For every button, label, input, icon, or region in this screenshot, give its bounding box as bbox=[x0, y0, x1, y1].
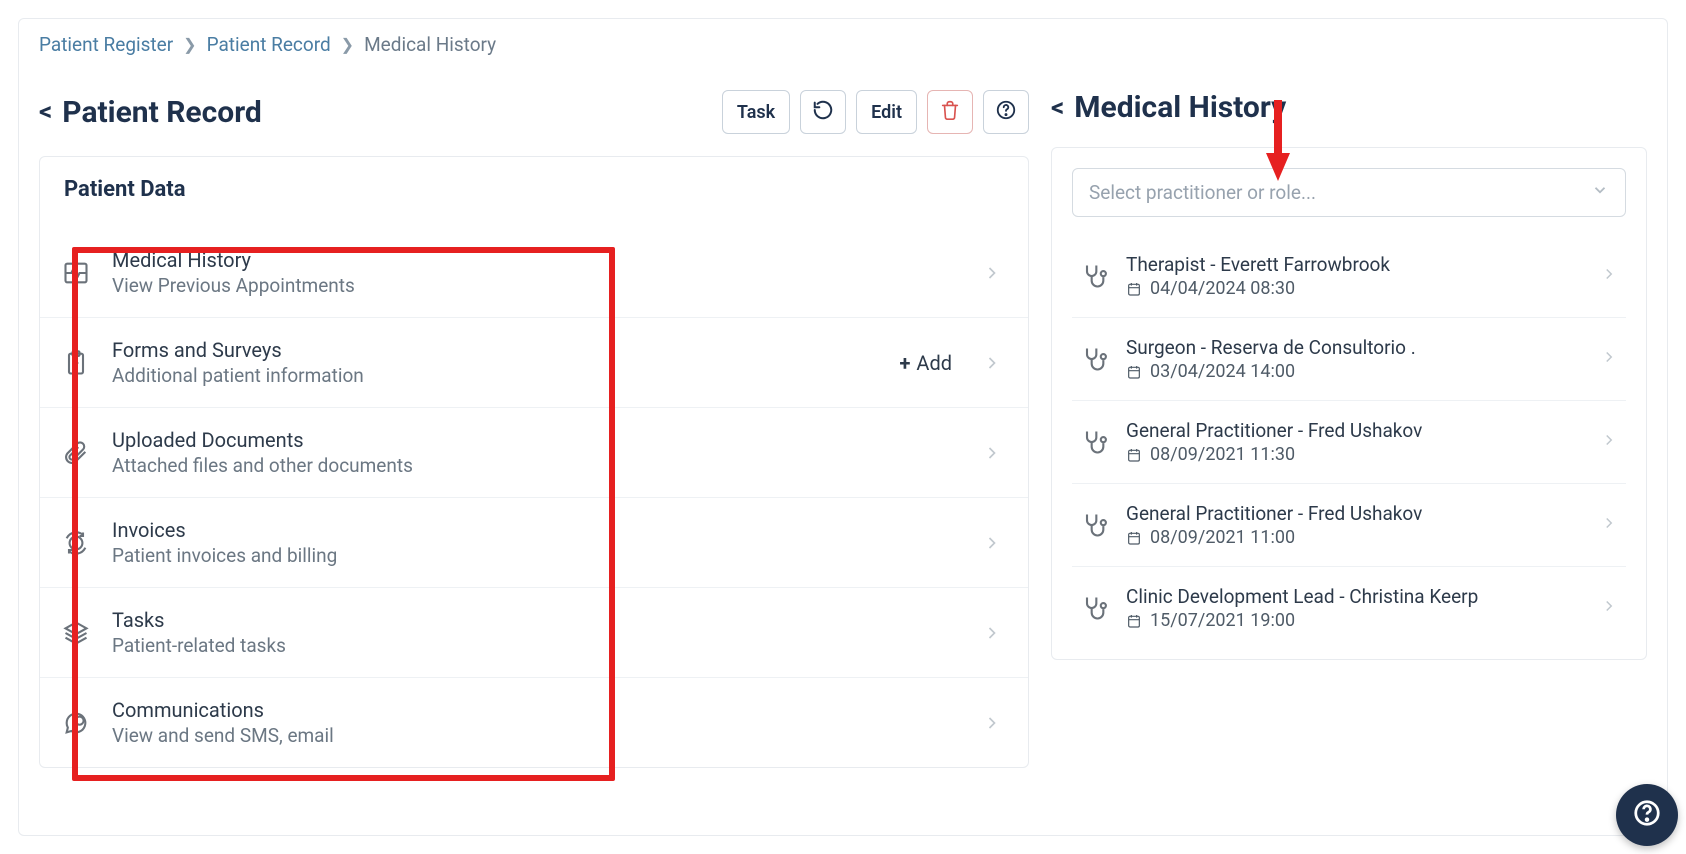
calendar-icon bbox=[1126, 364, 1142, 380]
question-icon bbox=[1632, 798, 1662, 832]
chevron-right-icon bbox=[1600, 597, 1618, 619]
history-date: 03/04/2024 14:00 bbox=[1150, 361, 1295, 382]
plus-icon: + bbox=[899, 351, 910, 375]
card-title: Patient Data bbox=[40, 157, 1028, 228]
clipboard-icon bbox=[60, 347, 92, 379]
item-title: Uploaded Documents bbox=[112, 428, 962, 452]
history-title: General Practitioner - Fred Ushakov bbox=[1126, 502, 1582, 525]
question-icon bbox=[995, 99, 1017, 126]
list-item-documents[interactable]: Uploaded Documents Attached files and ot… bbox=[40, 407, 1028, 497]
chevron-right-icon: ❯ bbox=[341, 35, 354, 54]
back-caret-icon[interactable]: < bbox=[1051, 93, 1064, 123]
list-item-forms-surveys[interactable]: Forms and Surveys Additional patient inf… bbox=[40, 317, 1028, 407]
delete-button[interactable] bbox=[927, 90, 973, 134]
item-subtitle: View and send SMS, email bbox=[112, 724, 962, 747]
chevron-right-icon bbox=[1600, 348, 1618, 370]
history-item[interactable]: Clinic Development Lead - Christina Keer… bbox=[1072, 566, 1626, 649]
item-subtitle: Additional patient information bbox=[112, 364, 879, 387]
breadcrumb-item-2[interactable]: Patient Record bbox=[207, 33, 331, 56]
history-title: Surgeon - Reserva de Consultorio . bbox=[1126, 336, 1582, 359]
stethoscope-icon bbox=[1080, 594, 1108, 622]
trash-icon bbox=[939, 99, 961, 126]
edit-button[interactable]: Edit bbox=[856, 90, 917, 134]
history-date: 08/09/2021 11:30 bbox=[1150, 444, 1295, 465]
add-button[interactable]: + Add bbox=[899, 351, 952, 375]
calendar-icon bbox=[1126, 530, 1142, 546]
list-item-invoices[interactable]: Invoices Patient invoices and billing bbox=[40, 497, 1028, 587]
stethoscope-icon bbox=[1080, 262, 1108, 290]
paperclip-icon bbox=[60, 437, 92, 469]
history-title: Therapist - Everett Farrowbrook bbox=[1126, 253, 1582, 276]
history-item[interactable]: Surgeon - Reserva de Consultorio . 03/04… bbox=[1072, 317, 1626, 400]
chevron-right-icon bbox=[982, 623, 1002, 643]
list-item-medical-history[interactable]: Medical History View Previous Appointmen… bbox=[40, 228, 1028, 317]
item-title: Medical History bbox=[112, 248, 962, 272]
chevron-right-icon bbox=[982, 263, 1002, 283]
calendar-icon bbox=[1126, 447, 1142, 463]
back-caret-icon[interactable]: < bbox=[39, 97, 52, 127]
history-item[interactable]: General Practitioner - Fred Ushakov 08/0… bbox=[1072, 483, 1626, 566]
item-subtitle: View Previous Appointments bbox=[112, 274, 962, 297]
list-item-communications[interactable]: Communications View and send SMS, email bbox=[40, 677, 1028, 767]
chevron-right-icon: ❯ bbox=[183, 35, 196, 54]
patient-data-card: Patient Data Medical History View Previo… bbox=[39, 156, 1029, 768]
breadcrumb-item-3[interactable]: Medical History bbox=[364, 33, 496, 56]
layers-icon bbox=[60, 617, 92, 649]
item-subtitle: Patient-related tasks bbox=[112, 634, 962, 657]
panel-title-right: < Medical History bbox=[1051, 90, 1286, 125]
medical-history-icon bbox=[60, 257, 92, 289]
item-subtitle: Patient invoices and billing bbox=[112, 544, 962, 567]
chevron-right-icon bbox=[982, 353, 1002, 373]
medical-history-card: Select practitioner or role... Therapist… bbox=[1051, 147, 1647, 660]
toolbar: Task Edit bbox=[722, 90, 1029, 134]
stethoscope-icon bbox=[1080, 428, 1108, 456]
task-button[interactable]: Task bbox=[722, 90, 790, 134]
breadcrumb: Patient Register ❯ Patient Record ❯ Medi… bbox=[19, 19, 1667, 84]
history-item[interactable]: Therapist - Everett Farrowbrook 04/04/20… bbox=[1072, 235, 1626, 317]
item-title: Tasks bbox=[112, 608, 962, 632]
help-button[interactable] bbox=[983, 90, 1029, 134]
stethoscope-icon bbox=[1080, 345, 1108, 373]
chevron-right-icon bbox=[1600, 431, 1618, 453]
add-label: Add bbox=[916, 351, 952, 375]
item-title: Invoices bbox=[112, 518, 962, 542]
chevron-right-icon bbox=[982, 443, 1002, 463]
chevron-right-icon bbox=[1600, 514, 1618, 536]
history-date: 15/07/2021 19:00 bbox=[1150, 610, 1295, 631]
history-date: 08/09/2021 11:00 bbox=[1150, 527, 1295, 548]
calendar-icon bbox=[1126, 281, 1142, 297]
refresh-button[interactable] bbox=[800, 90, 846, 134]
transfer-icon bbox=[60, 527, 92, 559]
chevron-right-icon bbox=[1600, 265, 1618, 287]
panel-title-left: < Patient Record bbox=[39, 95, 262, 130]
breadcrumb-item-1[interactable]: Patient Register bbox=[39, 33, 173, 56]
history-item[interactable]: General Practitioner - Fred Ushakov 08/0… bbox=[1072, 400, 1626, 483]
practitioner-select[interactable]: Select practitioner or role... bbox=[1072, 168, 1626, 217]
calendar-icon bbox=[1126, 613, 1142, 629]
select-placeholder: Select practitioner or role... bbox=[1089, 181, 1316, 204]
item-title: Forms and Surveys bbox=[112, 338, 879, 362]
item-title: Communications bbox=[112, 698, 962, 722]
history-date: 04/04/2024 08:30 bbox=[1150, 278, 1295, 299]
chevron-right-icon bbox=[982, 533, 1002, 553]
item-subtitle: Attached files and other documents bbox=[112, 454, 962, 477]
history-title: General Practitioner - Fred Ushakov bbox=[1126, 419, 1582, 442]
list-item-tasks[interactable]: Tasks Patient-related tasks bbox=[40, 587, 1028, 677]
message-icon bbox=[60, 707, 92, 739]
chevron-down-icon bbox=[1591, 181, 1609, 204]
history-title: Clinic Development Lead - Christina Keer… bbox=[1126, 585, 1582, 608]
refresh-icon bbox=[812, 99, 834, 126]
page-title: Medical History bbox=[1074, 90, 1286, 125]
floating-help-button[interactable] bbox=[1616, 784, 1678, 846]
page-title: Patient Record bbox=[62, 95, 262, 130]
stethoscope-icon bbox=[1080, 511, 1108, 539]
chevron-right-icon bbox=[982, 713, 1002, 733]
